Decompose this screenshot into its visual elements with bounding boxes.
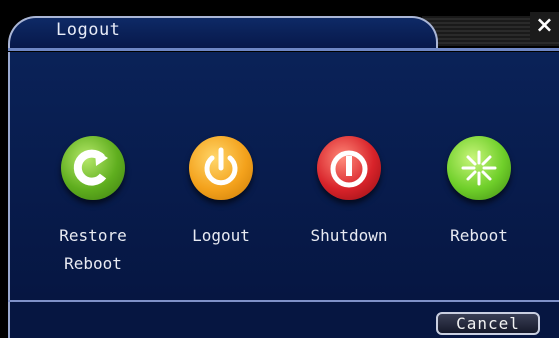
restore-reboot-label: Restore Reboot xyxy=(59,226,127,273)
close-button[interactable]: × xyxy=(530,12,559,40)
restore-reboot-option[interactable]: Restore Reboot xyxy=(38,136,148,278)
reboot-label: Reboot xyxy=(450,226,508,245)
reboot-burst-icon[interactable] xyxy=(447,136,511,200)
power-icon[interactable] xyxy=(189,136,253,200)
shutdown-option[interactable]: Shutdown xyxy=(294,136,404,250)
logout-label: Logout xyxy=(192,226,250,245)
restore-reboot-icon[interactable] xyxy=(61,136,125,200)
logout-dialog: Logout × Restore Reboot Logout Shutdown … xyxy=(0,0,559,338)
shutdown-icon[interactable] xyxy=(317,136,381,200)
title-divider xyxy=(8,48,559,51)
cancel-button[interactable]: Cancel xyxy=(436,312,540,335)
dialog-title: Logout xyxy=(56,20,121,40)
reboot-option[interactable]: Reboot xyxy=(424,136,534,250)
shutdown-label: Shutdown xyxy=(310,226,388,245)
logout-option[interactable]: Logout xyxy=(166,136,276,250)
